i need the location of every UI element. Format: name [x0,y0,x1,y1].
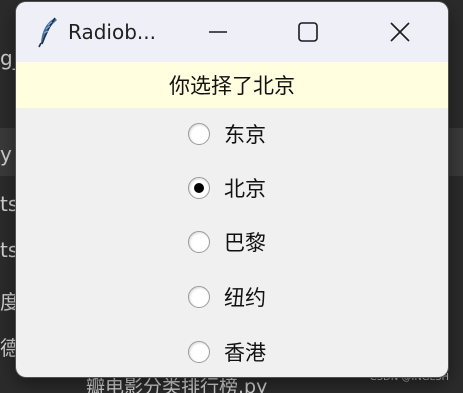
close-icon [390,22,410,42]
selection-status-label: 你选择了北京 [16,62,448,108]
radio-label: 纽约 [224,286,266,310]
window-title: Radiob... [68,20,156,44]
background-text: y [0,142,12,166]
radio-option[interactable]: 纽约 [188,277,266,317]
radio-label: 香港 [224,341,266,365]
maximize-icon [298,22,318,42]
radio-selected-dot [194,183,204,193]
radio-button-icon[interactable] [188,231,210,253]
radio-option[interactable]: 香港 [188,332,266,372]
minimize-icon [209,31,227,33]
maximize-button[interactable] [286,12,330,52]
radio-button-icon[interactable] [188,341,210,363]
close-button[interactable] [378,12,422,52]
radio-option[interactable]: 东京 [188,114,266,154]
radio-option[interactable]: 北京 [188,168,266,208]
radio-option[interactable]: 巴黎 [188,222,266,262]
title-bar[interactable]: Radiob... [16,2,448,62]
radio-label: 东京 [224,123,266,147]
radio-button-icon[interactable] [188,123,210,145]
radio-label: 北京 [224,177,266,201]
feather-icon [38,17,57,48]
radio-button-icon[interactable] [188,177,210,199]
radiobutton-window: Radiob... 你选择了北京 东京 北京 巴黎 纽约 香港 [16,2,448,377]
minimize-button[interactable] [196,12,240,52]
radio-button-icon[interactable] [188,286,210,308]
radio-label: 巴黎 [224,231,266,255]
